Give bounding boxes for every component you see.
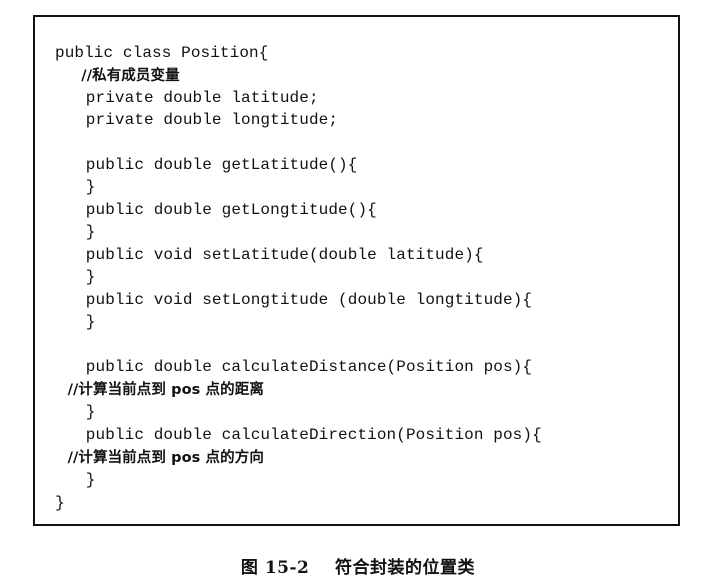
code-line-15: public double calculateDistance(Position… (47, 358, 533, 376)
code-line-19-comment: //计算当前点到 pos 点的方向 (47, 450, 264, 466)
code-line-17: } (47, 403, 96, 421)
code-line-18: public double calculateDirection(Positio… (47, 426, 542, 444)
code-line-11: } (47, 268, 96, 286)
code-line-4: private double longtitude; (47, 111, 339, 129)
code-line-1: public class Position{ (55, 44, 269, 62)
code-line-6: public double getLatitude(){ (47, 156, 358, 174)
figure-caption: 图 15-2 符合封装的位置类 (240, 558, 476, 578)
code-line-3: private double latitude; (47, 89, 319, 107)
code-line-10: public void setLatitude(double latitude)… (47, 246, 484, 264)
code-line-7: } (47, 178, 96, 196)
code-line-9: } (47, 223, 96, 241)
code-line-13: } (47, 313, 96, 331)
code-line-16-comment: //计算当前点到 pos 点的距离 (47, 382, 264, 398)
code-line-20: } (47, 471, 96, 489)
code-line-21: } (55, 494, 65, 512)
code-listing-frame: public class Position{ //私有成员变量 private … (33, 15, 680, 526)
code-line-12: public void setLongtitude (double longti… (47, 291, 533, 309)
code-line-2-comment: //私有成员变量 (71, 68, 180, 84)
code-line-8: public double getLongtitude(){ (47, 201, 377, 219)
